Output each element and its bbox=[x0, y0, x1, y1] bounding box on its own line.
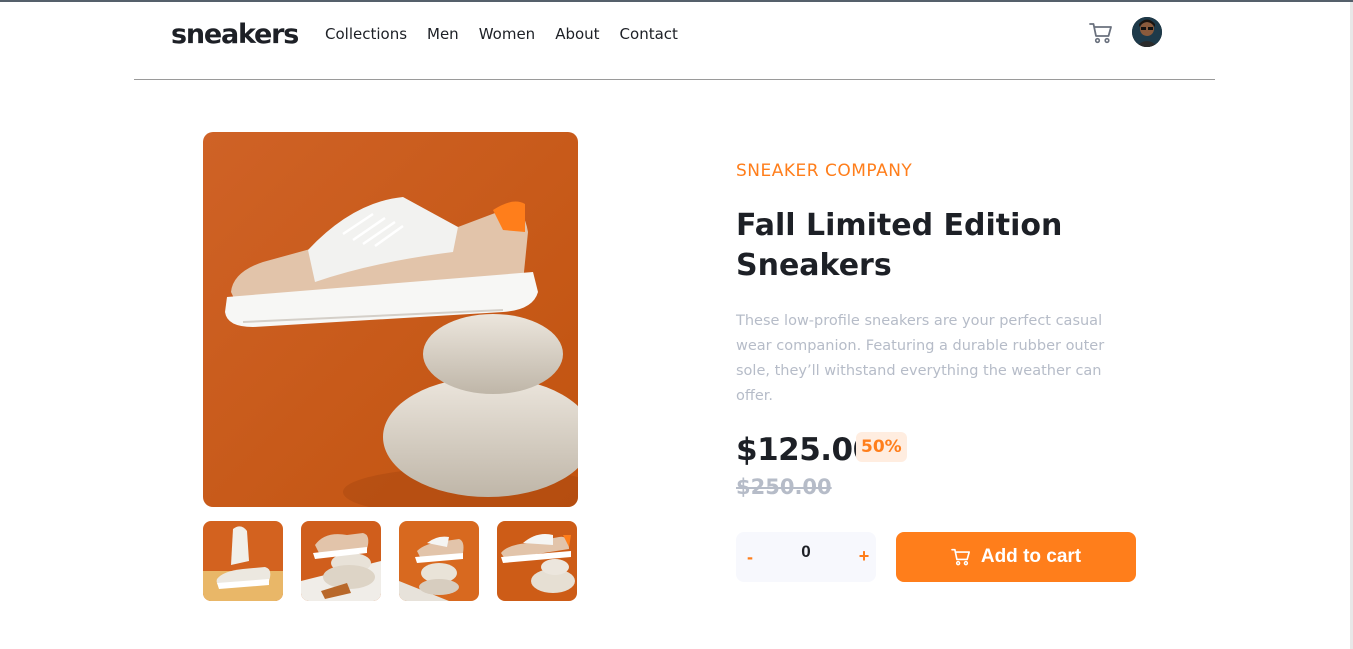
add-to-cart-label: Add to cart bbox=[980, 546, 1082, 567]
quantity-value: 0 bbox=[801, 542, 811, 561]
add-to-cart-button[interactable]: Add to cart bbox=[896, 532, 1136, 582]
increase-quantity-button[interactable]: + bbox=[855, 543, 873, 569]
cart-icon[interactable] bbox=[1089, 22, 1113, 44]
thumbnail-4[interactable] bbox=[497, 521, 577, 601]
decrease-quantity-button[interactable]: - bbox=[742, 544, 758, 570]
cart-icon bbox=[951, 548, 970, 566]
current-price: $125.00 bbox=[736, 432, 874, 468]
company-name: SNEAKER COMPANY bbox=[736, 161, 913, 181]
thumbnail-2[interactable] bbox=[301, 521, 381, 601]
discount-badge: 50% bbox=[856, 432, 907, 462]
product-main-image[interactable] bbox=[203, 132, 578, 507]
nav-link-about[interactable]: About bbox=[555, 25, 599, 43]
logo[interactable]: sneakers bbox=[171, 19, 299, 50]
product-title: Fall Limited Edition Sneakers bbox=[736, 208, 1063, 283]
nav-link-contact[interactable]: Contact bbox=[620, 25, 678, 43]
avatar[interactable] bbox=[1132, 17, 1162, 47]
main-nav: Collections Men Women About Contact bbox=[325, 25, 678, 43]
product-description: These low-profile sneakers are your perf… bbox=[736, 313, 1105, 404]
nav-link-men[interactable]: Men bbox=[427, 25, 459, 43]
nav-link-women[interactable]: Women bbox=[479, 25, 535, 43]
site-header: sneakers Collections Men Women About Con… bbox=[134, 2, 1215, 80]
nav-link-collections[interactable]: Collections bbox=[325, 25, 407, 43]
quantity-stepper: - 0 + bbox=[736, 532, 876, 582]
thumbnail-3[interactable] bbox=[399, 521, 479, 601]
thumbnail-list bbox=[203, 521, 577, 601]
thumbnail-1[interactable] bbox=[203, 521, 283, 601]
original-price: $250.00 bbox=[736, 475, 832, 499]
